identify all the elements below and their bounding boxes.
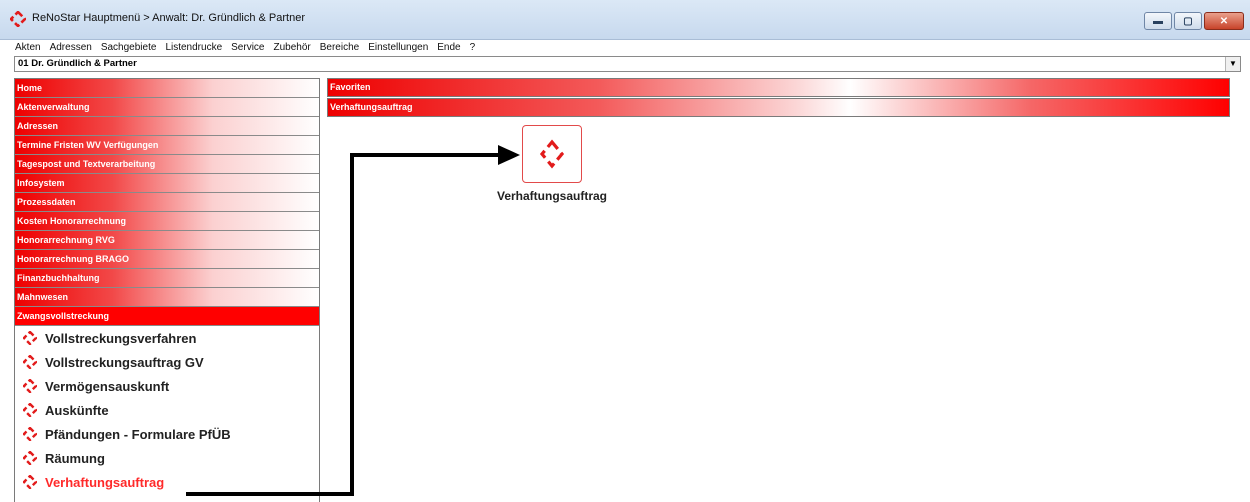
nav-section[interactable]: Zwangsvollstreckung	[15, 307, 319, 326]
nav-subitem[interactable]: Pfändungen - Formulare PfÜB	[15, 422, 319, 446]
window-title: ReNoStar Hauptmenü > Anwalt: Dr. Gründli…	[32, 12, 305, 24]
nav-subitem-label: Verhaftungsauftrag	[45, 474, 165, 490]
menu-bar: Akten Adressen Sachgebiete Listendrucke Serv…	[0, 40, 1250, 54]
nav-subitem-label: Vermögensauskunft	[45, 378, 170, 394]
nav-subitem[interactable]: Räumung	[15, 446, 319, 470]
nav-section[interactable]: Adressen	[15, 117, 319, 136]
verhaftungsauftrag-tile[interactable]	[522, 125, 582, 183]
menu-item[interactable]: Zubehör	[274, 42, 311, 53]
nav-subitem-label: Vollstreckungsauftrag GV	[45, 354, 204, 370]
nav-section[interactable]: Aktenverwaltung	[15, 98, 319, 117]
nav-section[interactable]: Tagespost und Textverarbeitung	[15, 155, 319, 174]
renostar-diamond-icon	[23, 355, 37, 369]
nav-section[interactable]: Kosten Honorarrechnung	[15, 212, 319, 231]
renostar-diamond-icon	[23, 427, 37, 441]
favorites-bar[interactable]: Favoriten	[327, 78, 1230, 97]
renostar-diamond-icon	[539, 139, 565, 169]
title-bar: ReNoStar Hauptmenü > Anwalt: Dr. Gründli…	[0, 0, 1250, 40]
current-section-bar: Verhaftungsauftrag	[327, 98, 1230, 117]
nav-section[interactable]: Termine Fristen WV Verfügungen	[15, 136, 319, 155]
nav-section[interactable]: Prozessdaten	[15, 193, 319, 212]
content-header: Favoriten Verhaftungsauftrag	[327, 78, 1230, 118]
partner-select-value: 01 Dr. Gründlich & Partner	[18, 58, 137, 69]
renostar-diamond-icon	[10, 11, 26, 27]
nav-subitem[interactable]: Vermögensauskunft	[15, 374, 319, 398]
menu-item[interactable]: Adressen	[50, 42, 92, 53]
partner-select[interactable]: 01 Dr. Gründlich & Partner ▼	[14, 56, 1241, 72]
close-button[interactable]: ✕	[1204, 12, 1244, 30]
tile-label: Verhaftungsauftrag	[496, 189, 607, 203]
renostar-diamond-icon	[23, 475, 37, 489]
menu-item[interactable]: ?	[470, 42, 476, 53]
window-controls: ▬ ▢ ✕	[1142, 12, 1244, 30]
nav-subitem-label: Vollstreckungsverfahren	[45, 330, 197, 346]
nav-subitem-label: Auskünfte	[45, 402, 109, 418]
menu-item[interactable]: Akten	[15, 42, 41, 53]
nav-subitem[interactable]: Vollstreckungsauftrag GV	[15, 350, 319, 374]
nav-section[interactable]: Infosystem	[15, 174, 319, 193]
nav-section[interactable]: Finanzbuchhaltung	[15, 269, 319, 288]
navigation-panel: Home Aktenverwaltung Adressen Termine Frist…	[14, 78, 320, 502]
renostar-diamond-icon	[23, 379, 37, 393]
chevron-down-icon[interactable]: ▼	[1225, 57, 1240, 71]
menu-item[interactable]: Service	[231, 42, 264, 53]
nav-subitem[interactable]: Vollstreckungsverfahren	[15, 326, 319, 350]
maximize-button[interactable]: ▢	[1174, 12, 1202, 30]
menu-item[interactable]: Ende	[437, 42, 460, 53]
menu-item[interactable]: Sachgebiete	[101, 42, 157, 53]
minimize-button[interactable]: ▬	[1144, 12, 1172, 30]
nav-subitem-label: Pfändungen - Formulare PfÜB	[45, 426, 231, 442]
renostar-diamond-icon	[23, 451, 37, 465]
nav-section[interactable]: Honorarrechnung BRAGO	[15, 250, 319, 269]
renostar-diamond-icon	[23, 331, 37, 345]
nav-section[interactable]: Mahnwesen	[15, 288, 319, 307]
nav-section[interactable]: Honorarrechnung RVG	[15, 231, 319, 250]
nav-section[interactable]: Home	[15, 79, 319, 98]
nav-subitem-label: Räumung	[45, 450, 105, 466]
nav-subitem[interactable]: Verhaftungsauftrag	[15, 470, 319, 494]
nav-subitem[interactable]: Auskünfte	[15, 398, 319, 422]
menu-item[interactable]: Listendrucke	[165, 42, 222, 53]
menu-item[interactable]: Bereiche	[320, 42, 359, 53]
renostar-diamond-icon	[23, 403, 37, 417]
menu-item[interactable]: Einstellungen	[368, 42, 428, 53]
